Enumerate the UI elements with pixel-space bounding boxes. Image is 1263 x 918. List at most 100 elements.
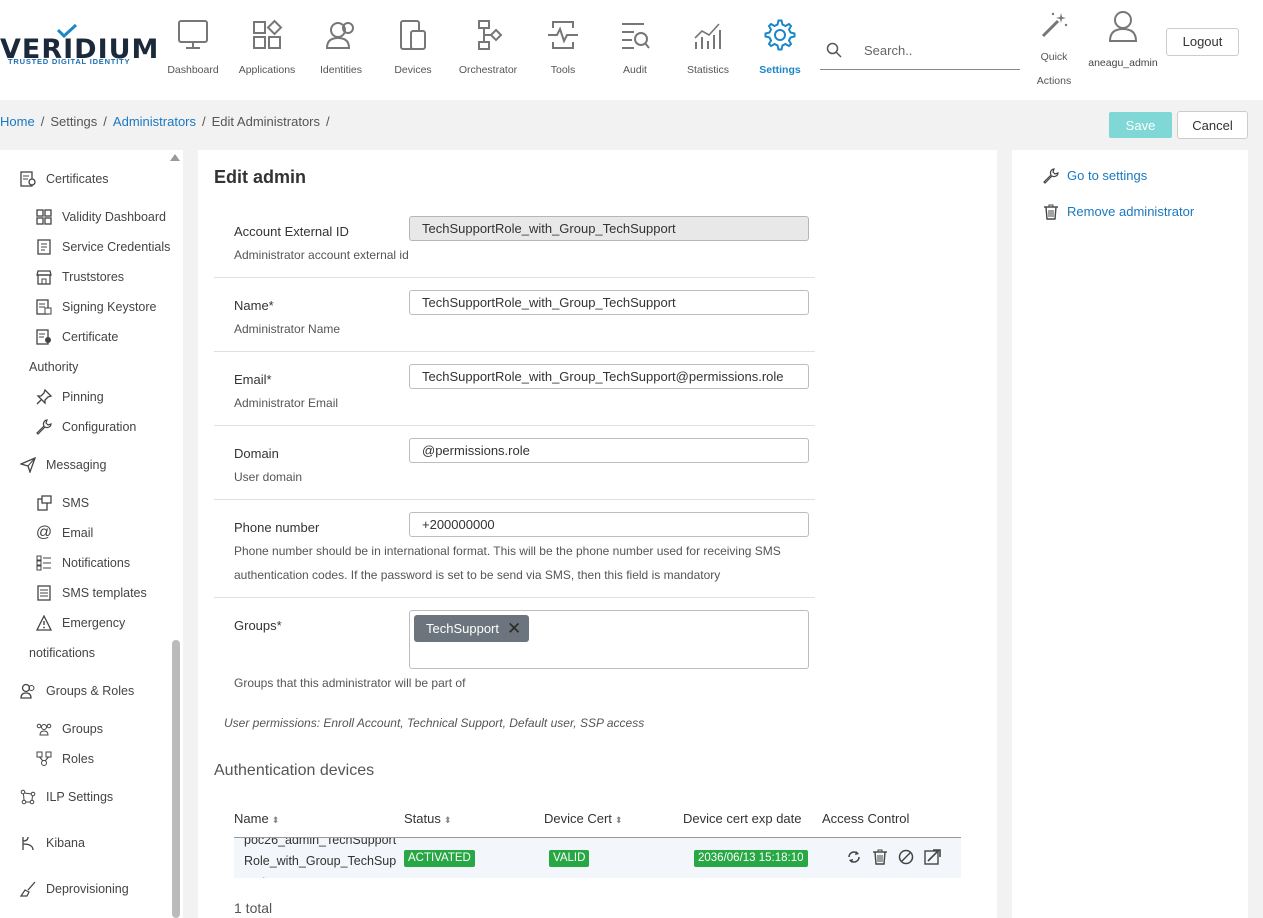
- sort-icon: ⬍: [614, 815, 623, 825]
- authentication-devices-title: Authentication devices: [214, 762, 375, 779]
- sidebar-item-certificate-authority[interactable]: Certificate: [35, 328, 118, 346]
- domain-field[interactable]: [409, 438, 809, 463]
- logout-button[interactable]: Logout: [1166, 28, 1239, 56]
- sidebar-item-truststores[interactable]: Truststores: [35, 268, 124, 286]
- quick-actions-label-1: Quick: [1040, 51, 1068, 63]
- dashboard-grid-icon: [36, 209, 52, 225]
- sidebar-item-label: Emergency: [62, 616, 126, 630]
- logo-tagline: TRUSTED DIGITAL IDENTITY: [8, 57, 131, 66]
- flow-icon: [478, 20, 503, 50]
- remove-administrator-link[interactable]: Remove administrator: [1044, 204, 1194, 220]
- username: aneagu_admin: [1088, 57, 1158, 69]
- nav-orchestrator[interactable]: Orchestrator: [450, 18, 526, 80]
- open-external-icon[interactable]: [924, 849, 941, 865]
- sidebar-item-roles[interactable]: Roles: [35, 750, 94, 768]
- sidebar-item-deprovisioning[interactable]: Deprovisioning: [19, 880, 129, 898]
- top-navigation-bar: VERIDIUM TRUSTED DIGITAL IDENTITY Dashbo…: [0, 0, 1263, 100]
- nav-label: Tools: [550, 64, 576, 76]
- column-header-label: Device Cert: [544, 811, 612, 826]
- users-icon: [20, 683, 35, 699]
- field-divider: [214, 597, 815, 598]
- sidebar-item-validity-dashboard[interactable]: Validity Dashboard: [35, 208, 166, 226]
- sidebar-item-label: Pinning: [62, 390, 104, 404]
- device-name-line: port: [244, 872, 404, 878]
- column-header-device-cert[interactable]: Device Cert ⬍: [544, 811, 622, 826]
- cancel-button[interactable]: Cancel: [1177, 111, 1248, 139]
- phone-field[interactable]: [409, 512, 809, 537]
- sidebar-item-sms-templates[interactable]: SMS templates: [35, 584, 147, 602]
- nav-applications[interactable]: Applications: [229, 18, 305, 80]
- block-icon[interactable]: [898, 849, 914, 865]
- kibana-icon: [22, 836, 34, 851]
- apps-icon: [253, 19, 283, 49]
- sidebar-item-certificates[interactable]: Certificates: [19, 170, 109, 188]
- remove-chip-icon[interactable]: ✕: [507, 619, 521, 639]
- breadcrumb-administrators[interactable]: Administrators: [113, 114, 196, 129]
- save-button[interactable]: Save: [1109, 112, 1172, 138]
- broom-icon: [20, 881, 36, 897]
- keystore-icon: [36, 299, 52, 315]
- sidebar-item-notifications[interactable]: Notifications: [35, 554, 130, 572]
- field-divider: [214, 277, 815, 278]
- group-chip: TechSupport ✕: [414, 615, 530, 642]
- sidebar-item-groups-roles[interactable]: Groups & Roles: [19, 682, 134, 700]
- nav-label: Statistics: [686, 64, 729, 76]
- groups-multiselect[interactable]: TechSupport ✕: [409, 610, 809, 669]
- column-header-name[interactable]: Name ⬍: [234, 811, 279, 826]
- sidebar-item-messaging[interactable]: Messaging: [19, 456, 106, 474]
- edit-admin-card: Edit admin Account External ID Administr…: [198, 150, 997, 918]
- search-icon: [826, 42, 842, 58]
- sidebar-item-label: Truststores: [62, 270, 125, 284]
- go-to-settings-link[interactable]: Go to settings: [1043, 167, 1147, 184]
- breadcrumb-separator: /: [326, 114, 330, 129]
- veridium-logo[interactable]: VERIDIUM TRUSTED DIGITAL IDENTITY: [0, 24, 158, 74]
- scroll-up-arrow[interactable]: [170, 154, 180, 161]
- group-icon: [36, 723, 52, 736]
- nav-tools[interactable]: Tools: [525, 18, 601, 80]
- name-field[interactable]: [409, 290, 809, 315]
- nav-label: Orchestrator: [458, 64, 518, 76]
- column-header-label: Name: [234, 811, 269, 826]
- column-header-status[interactable]: Status ⬍: [404, 811, 451, 826]
- trash-icon[interactable]: [872, 849, 888, 865]
- sidebar-item-ilp-settings[interactable]: ILP Settings: [19, 788, 113, 806]
- user-permissions-note: User permissions: Enroll Account, Techni…: [224, 716, 645, 730]
- sidebar-item-groups[interactable]: Groups: [35, 720, 103, 738]
- nav-devices[interactable]: Devices: [375, 18, 451, 80]
- sidebar-scrollbar[interactable]: [172, 640, 180, 918]
- search-input[interactable]: [864, 38, 1014, 62]
- sidebar-item-service-credentials[interactable]: Service Credentials: [35, 238, 170, 256]
- refresh-icon[interactable]: [846, 849, 862, 865]
- sidebar-item-pinning[interactable]: Pinning: [35, 388, 104, 406]
- breadcrumb-current: Edit Administrators: [211, 114, 320, 129]
- sidebar-item-label-continued: Authority: [29, 360, 79, 374]
- field-divider: [214, 425, 815, 426]
- nav-dashboard[interactable]: Dashboard: [155, 18, 231, 80]
- nav-settings[interactable]: Settings: [742, 18, 818, 80]
- sidebar-item-sms[interactable]: SMS: [35, 494, 89, 512]
- breadcrumb-separator: /: [40, 114, 45, 129]
- nav-label: Settings: [759, 64, 801, 76]
- email-help: Administrator Email: [234, 396, 339, 410]
- users-icon: [325, 22, 354, 49]
- breadcrumb-home[interactable]: Home: [0, 114, 35, 129]
- device-name-line: poc26_admin_TechSupport: [244, 838, 397, 847]
- pin-icon: [36, 389, 52, 405]
- nav-statistics[interactable]: Statistics: [670, 18, 746, 80]
- sidebar-item-configuration[interactable]: Configuration: [35, 418, 136, 436]
- sidebar-item-label: Deprovisioning: [46, 882, 129, 896]
- sidebar-item-kibana[interactable]: Kibana: [19, 834, 85, 852]
- sidebar-item-emergency-notifications[interactable]: Emergency: [35, 614, 125, 632]
- email-field[interactable]: [409, 364, 809, 389]
- quick-actions[interactable]: Quick Actions: [1030, 10, 1078, 93]
- account-external-id-help: Administrator account external id: [234, 248, 409, 262]
- nav-identities[interactable]: Identities: [303, 18, 379, 80]
- user-menu[interactable]: aneagu_admin: [1084, 10, 1162, 69]
- pulse-icon: [548, 21, 578, 49]
- network-icon: [20, 789, 36, 805]
- name-help: Administrator Name: [234, 322, 341, 336]
- domain-label: Domain: [234, 446, 279, 461]
- sidebar-item-email[interactable]: @ Email: [35, 524, 93, 542]
- sidebar-item-signing-keystore[interactable]: Signing Keystore: [35, 298, 157, 316]
- nav-audit[interactable]: Audit: [597, 18, 673, 80]
